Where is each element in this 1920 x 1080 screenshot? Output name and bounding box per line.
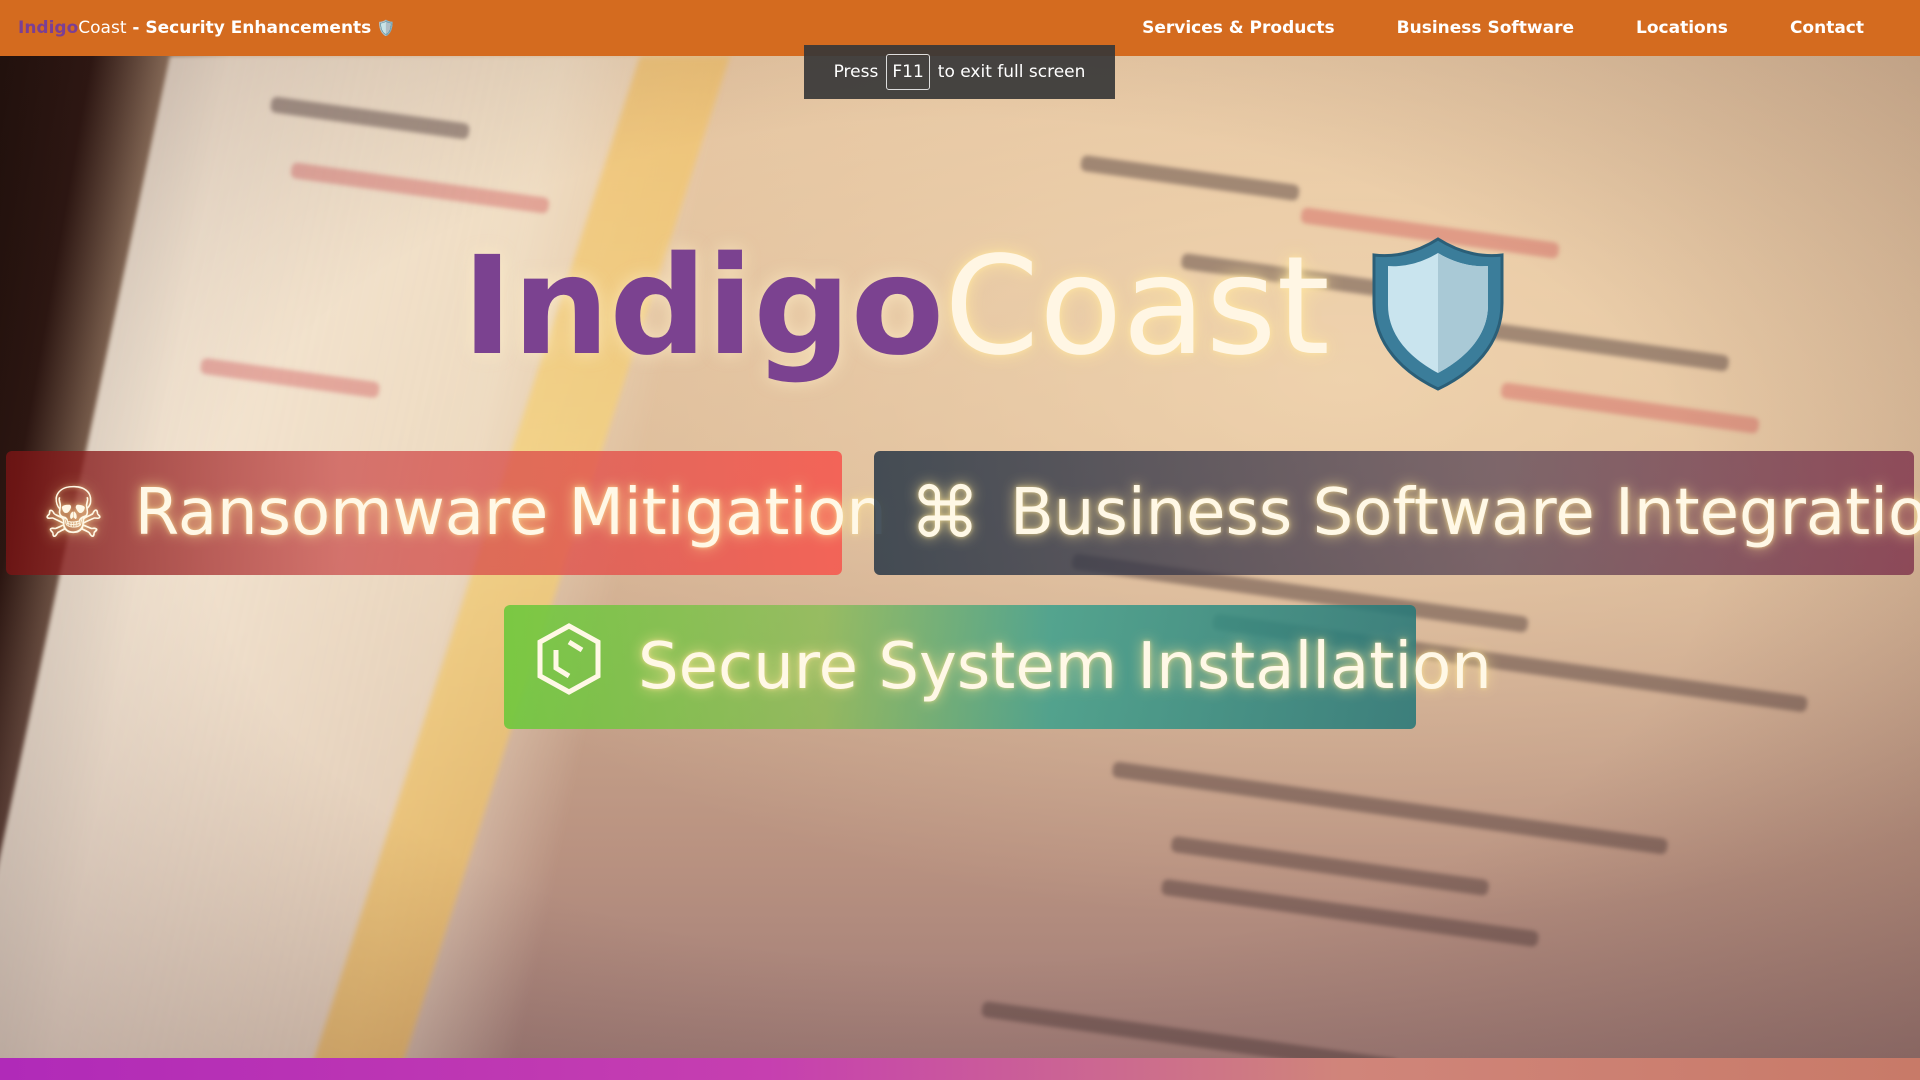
nav-link-services-products[interactable]: Services & Products [1142,18,1335,38]
service-card-label: Business Software Integrations [1010,476,1920,550]
page: IndigoCoast - Security Enhancements 🛡️ S… [0,0,1920,1080]
fullscreen-notice-prefix: Press [833,62,879,82]
command-key-icon: ⌘ [910,472,980,554]
service-card-ransomware-mitigation[interactable]: ☠ Ransomware Mitigation [6,451,887,575]
nav-link-contact[interactable]: Contact [1790,18,1864,38]
hexagon-icon-svg [537,622,601,695]
service-card-secure-system-installation[interactable]: Secure System Installation [504,605,1492,729]
hero-title-coast: Coast [944,228,1330,386]
shield-icon [1372,237,1504,391]
service-card-label: Secure System Installation [638,630,1492,704]
service-card-label: Ransomware Mitigation [134,476,887,550]
brand-indigo: Indigo [18,18,79,38]
brand-coast: Coast [78,18,127,38]
f11-key: F11 [886,54,930,90]
hero-title-indigo: Indigo [462,228,945,386]
hexagon-icon [534,622,604,713]
shield-icon: 🛡️ [376,19,396,37]
brand-tagline: Security Enhancements [145,18,372,38]
nav-links: Services & Products Business Software Lo… [1080,18,1864,38]
fullscreen-notice: Press F11 to exit full screen [804,45,1115,99]
fullscreen-notice-suffix: to exit full screen [937,62,1086,82]
hero-title: Indigo Coast [462,222,1508,392]
service-card-business-software-integrations[interactable]: ⌘ Business Software Integrations [874,451,1920,575]
nav-link-business-software[interactable]: Business Software [1397,18,1574,38]
next-section-edge [0,1058,1920,1080]
nav-link-locations[interactable]: Locations [1636,18,1728,38]
brand-link[interactable]: IndigoCoast - Security Enhancements 🛡️ [18,18,395,38]
skull-crossbones-icon: ☠ [42,472,105,554]
brand-separator: - [126,18,146,38]
